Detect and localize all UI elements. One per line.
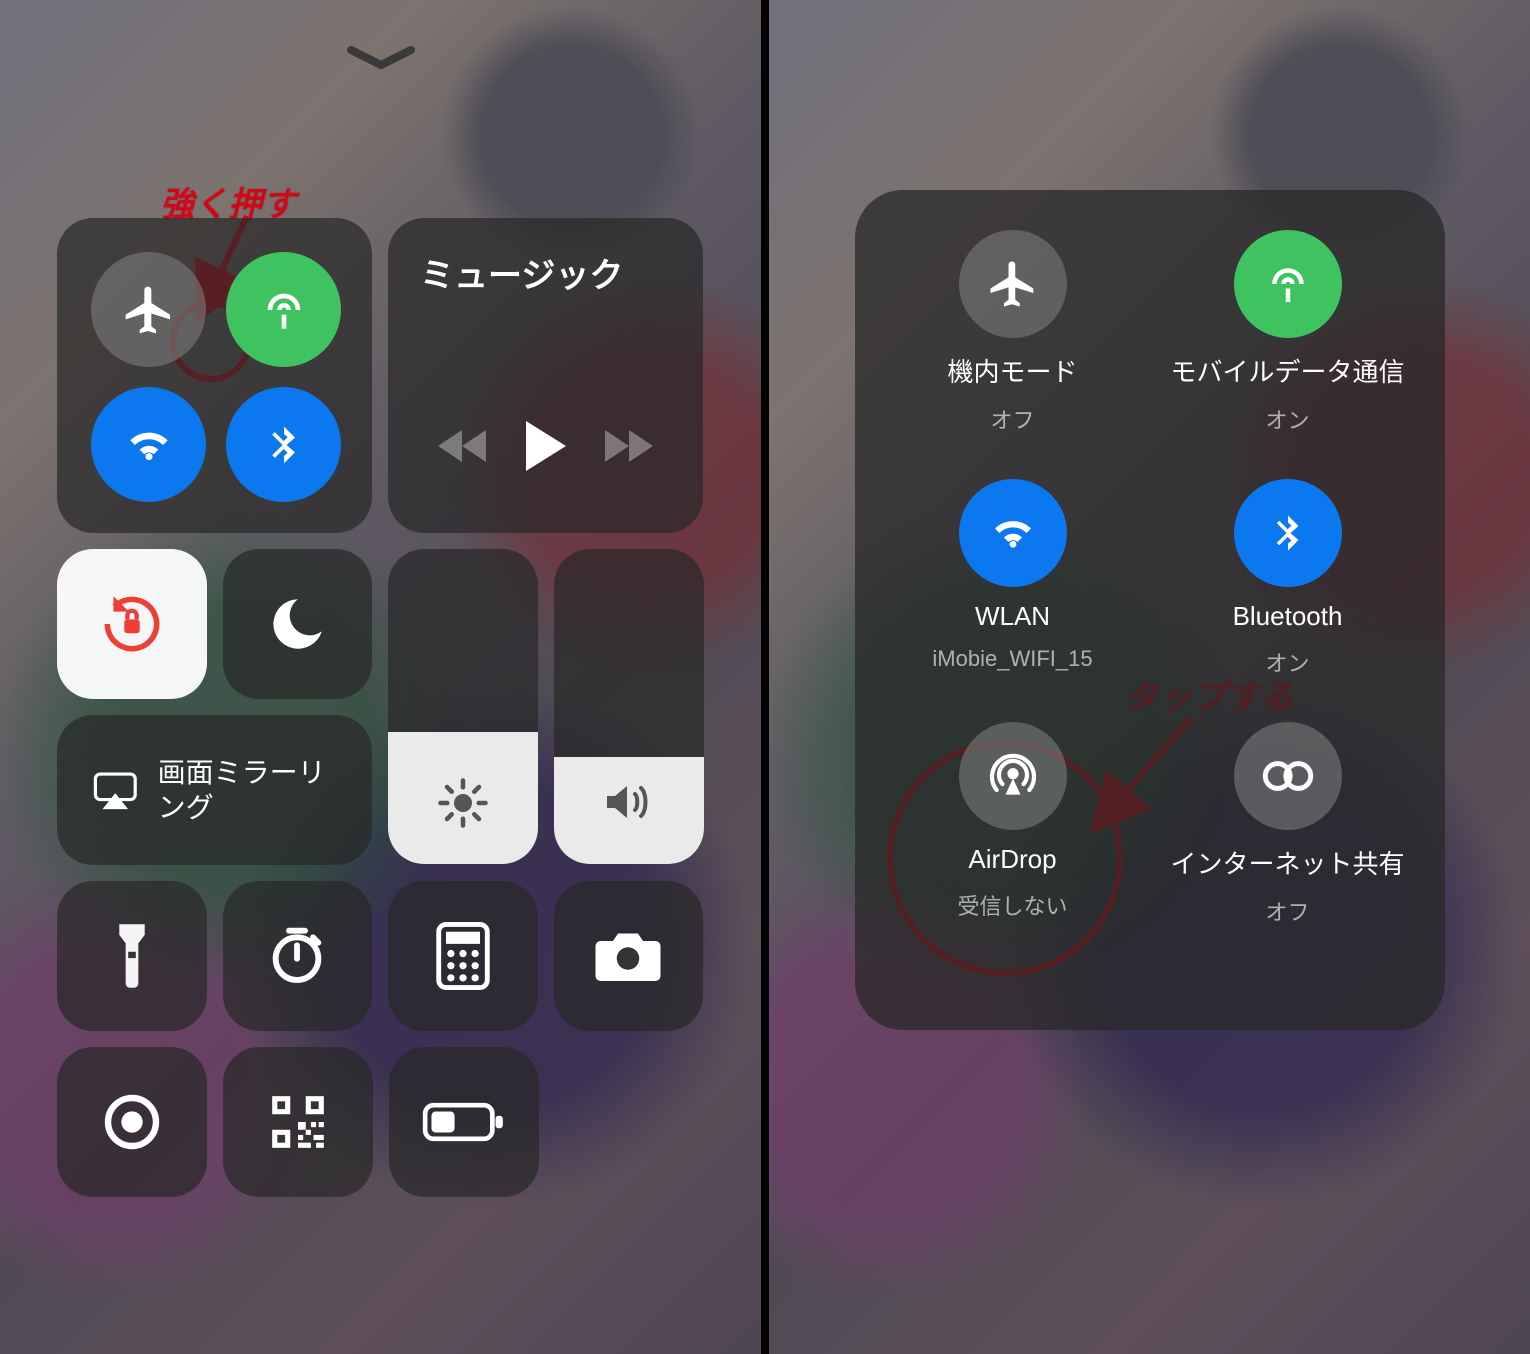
music-tile[interactable]: ミュージック <box>388 218 703 533</box>
connectivity-expanded-panel: 機内モード オフ モバイルデータ通信 オン WLAN iMobie_WIFI_1… <box>855 190 1445 1030</box>
airplane-mode-item[interactable]: 機内モード オフ <box>885 230 1140 435</box>
music-title: ミュージック <box>420 248 671 297</box>
timer-button[interactable] <box>223 881 373 1031</box>
rewind-icon <box>436 426 490 466</box>
next-track-button[interactable] <box>601 426 655 466</box>
hotspot-item[interactable]: インターネット共有 オフ <box>1160 722 1415 927</box>
cellular-data-toggle[interactable] <box>226 252 341 367</box>
cellular-data-title: モバイルデータ通信 <box>1170 352 1404 389</box>
hotspot-title: インターネット共有 <box>1170 844 1404 881</box>
airplane-icon <box>986 257 1040 311</box>
screen-mirroring-label: 画面ミラーリング <box>158 755 336 825</box>
dismiss-chevron-icon[interactable] <box>346 45 416 73</box>
hotspot-status: オフ <box>1265 895 1309 927</box>
wifi-icon <box>986 506 1040 560</box>
timer-icon <box>265 924 329 988</box>
bluetooth-item[interactable]: Bluetooth オン <box>1160 479 1415 678</box>
airplane-icon <box>121 282 177 338</box>
brightness-icon <box>436 776 490 830</box>
wifi-item[interactable]: WLAN iMobie_WIFI_15 <box>885 479 1140 678</box>
wifi-network-name: iMobie_WIFI_15 <box>932 646 1092 672</box>
volume-slider[interactable] <box>554 549 704 864</box>
wifi-toggle[interactable] <box>91 387 206 502</box>
hotspot-icon <box>1257 756 1319 796</box>
cellular-icon <box>1261 257 1315 311</box>
bluetooth-icon <box>262 417 306 473</box>
bluetooth-toggle[interactable] <box>226 387 341 502</box>
record-icon <box>100 1090 164 1154</box>
cellular-data-item[interactable]: モバイルデータ通信 オン <box>1160 230 1415 435</box>
cellular-icon <box>256 282 312 338</box>
airdrop-icon <box>985 748 1041 804</box>
airdrop-status: 受信しない <box>957 889 1067 921</box>
airplane-mode-status: オフ <box>990 403 1034 435</box>
camera-button[interactable] <box>554 881 704 1031</box>
airplay-icon <box>93 766 138 814</box>
calculator-icon <box>436 922 490 990</box>
qr-scanner-button[interactable] <box>223 1047 373 1197</box>
bluetooth-status: オン <box>1265 646 1309 678</box>
wifi-icon <box>121 417 177 473</box>
brightness-slider[interactable] <box>388 549 538 864</box>
play-icon <box>522 419 568 473</box>
airdrop-title: AirDrop <box>968 844 1056 875</box>
battery-icon <box>422 1100 506 1144</box>
wifi-title: WLAN <box>975 601 1050 632</box>
airdrop-item[interactable]: AirDrop 受信しない <box>885 722 1140 927</box>
forward-icon <box>601 426 655 466</box>
flashlight-icon <box>110 920 154 992</box>
screen-mirroring-tile[interactable]: 画面ミラーリング <box>57 715 372 865</box>
screen-connectivity-expanded: タップする 機内モード オフ モバイルデータ通信 <box>769 0 1530 1354</box>
calculator-button[interactable] <box>388 881 538 1031</box>
low-power-mode-toggle[interactable] <box>389 1047 539 1197</box>
airplane-mode-toggle[interactable] <box>91 252 206 367</box>
camera-icon <box>593 928 663 984</box>
previous-track-button[interactable] <box>436 426 490 466</box>
orientation-lock-icon <box>95 587 169 661</box>
do-not-disturb-toggle[interactable] <box>223 549 373 699</box>
volume-icon <box>601 778 657 826</box>
connectivity-tile[interactable] <box>57 218 372 533</box>
bluetooth-title: Bluetooth <box>1233 601 1343 632</box>
screen-record-button[interactable] <box>57 1047 207 1197</box>
play-button[interactable] <box>522 419 568 473</box>
moon-icon <box>264 591 330 657</box>
flashlight-button[interactable] <box>57 881 207 1031</box>
screen-control-center: 強く押す <box>0 0 761 1354</box>
cellular-data-status: オン <box>1265 403 1309 435</box>
orientation-lock-toggle[interactable] <box>57 549 207 699</box>
qr-icon <box>267 1091 329 1153</box>
airplane-mode-title: 機内モード <box>947 352 1077 389</box>
bluetooth-icon <box>1267 506 1309 560</box>
